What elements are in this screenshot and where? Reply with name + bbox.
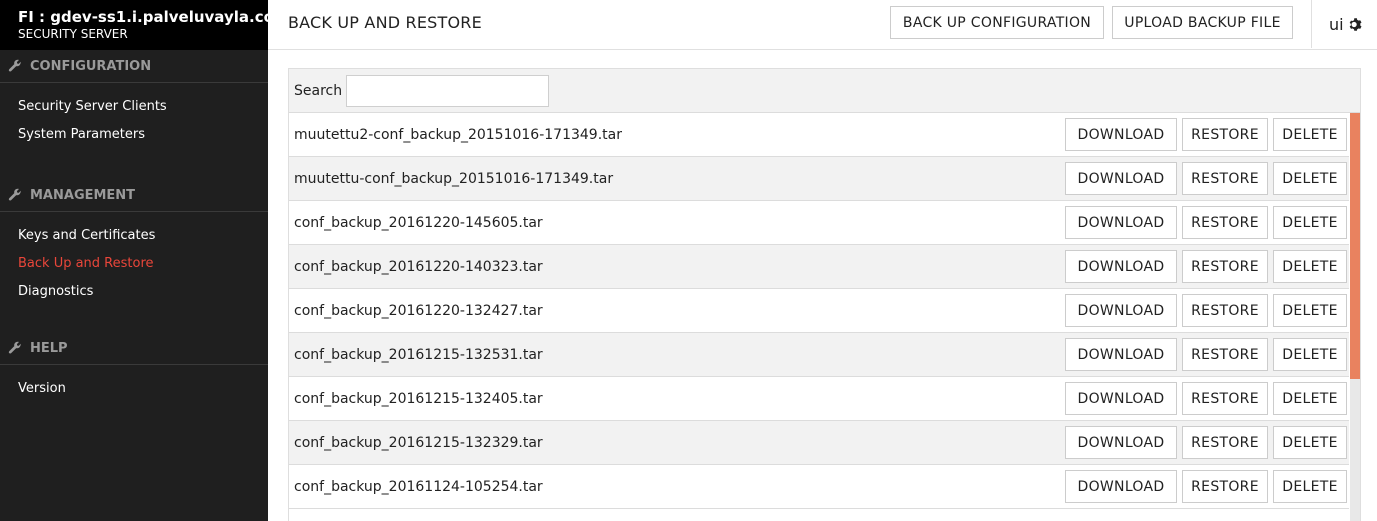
nav-system-parameters[interactable]: System Parameters (0, 121, 268, 149)
user-menu[interactable]: ui (1311, 0, 1377, 48)
delete-button[interactable]: DELETE (1273, 162, 1347, 195)
download-button[interactable]: DOWNLOAD (1065, 162, 1177, 195)
download-button[interactable]: DOWNLOAD (1065, 250, 1177, 283)
backups-panel: Search muutettu2-conf_backup_20151016-17… (288, 68, 1361, 521)
download-button[interactable]: DOWNLOAD (1065, 426, 1177, 459)
row-actions: DOWNLOAD RESTORE DELETE (1060, 162, 1347, 195)
management-list: Keys and Certificates Back Up and Restor… (0, 212, 268, 320)
section-title: CONFIGURATION (30, 58, 152, 74)
row-actions: DOWNLOAD RESTORE DELETE (1060, 470, 1347, 503)
restore-button[interactable]: RESTORE (1182, 338, 1268, 371)
nav-diagnostics[interactable]: Diagnostics (0, 278, 268, 306)
nav-back-up-and-restore[interactable]: Back Up and Restore (0, 250, 268, 278)
backup-filename: conf_backup_20161220-140323.tar (294, 258, 543, 275)
restore-button[interactable]: RESTORE (1182, 118, 1268, 151)
row-actions: DOWNLOAD RESTORE DELETE (1060, 206, 1347, 239)
backup-filename: muutettu-conf_backup_20151016-171349.tar (294, 170, 614, 187)
backup-filename: muutettu2-conf_backup_20151016-171349.ta… (294, 126, 622, 143)
restore-button[interactable]: RESTORE (1182, 162, 1268, 195)
backup-row: muutettu2-conf_backup_20151016-171349.ta… (289, 113, 1349, 157)
gear-icon[interactable] (1348, 17, 1363, 32)
nav-version[interactable]: Version (0, 375, 268, 403)
help-list: Version (0, 365, 268, 417)
backup-row: conf_backup_20161215-132405.tar DOWNLOAD R… (289, 377, 1349, 421)
backup-filename: conf_backup_20161215-132405.tar (294, 390, 543, 407)
backup-row: conf_backup_20161220-132427.tar DOWNLOAD R… (289, 289, 1349, 333)
backup-filename: conf_backup_20161220-132427.tar (294, 302, 543, 319)
scrollbar-thumb[interactable] (1350, 113, 1360, 379)
delete-button[interactable]: DELETE (1273, 294, 1347, 327)
wrench-icon (8, 188, 22, 202)
back-up-configuration-button[interactable]: BACK UP CONFIGURATION (890, 6, 1104, 39)
upload-backup-file-button[interactable]: UPLOAD BACKUP FILE (1112, 6, 1293, 39)
download-button[interactable]: DOWNLOAD (1065, 118, 1177, 151)
delete-button[interactable]: DELETE (1273, 470, 1347, 503)
scrollbar[interactable] (1350, 113, 1360, 521)
section-title: HELP (30, 340, 68, 356)
delete-button[interactable]: DELETE (1273, 382, 1347, 415)
restore-button[interactable]: RESTORE (1182, 470, 1268, 503)
nav-keys-and-certificates[interactable]: Keys and Certificates (0, 222, 268, 250)
nav-security-server-clients[interactable]: Security Server Clients (0, 93, 268, 121)
row-actions: DOWNLOAD RESTORE DELETE (1060, 118, 1347, 151)
delete-button[interactable]: DELETE (1273, 206, 1347, 239)
backup-filename: conf_backup_20161124-105254.tar (294, 478, 543, 495)
backup-filename: conf_backup_20161215-132329.tar (294, 434, 543, 451)
row-actions: DOWNLOAD RESTORE DELETE (1060, 382, 1347, 415)
download-button[interactable]: DOWNLOAD (1065, 470, 1177, 503)
server-type: SECURITY SERVER (18, 27, 128, 41)
row-actions: DOWNLOAD RESTORE DELETE (1060, 294, 1347, 327)
delete-button[interactable]: DELETE (1273, 118, 1347, 151)
section-management: MANAGEMENT (0, 179, 268, 212)
user-name: ui (1329, 14, 1344, 34)
search-input[interactable] (346, 74, 550, 107)
restore-button[interactable]: RESTORE (1182, 250, 1268, 283)
restore-button[interactable]: RESTORE (1182, 382, 1268, 415)
backup-row: conf_backup_20161220-145605.tar DOWNLOAD R… (289, 201, 1349, 245)
restore-button[interactable]: RESTORE (1182, 426, 1268, 459)
section-title: MANAGEMENT (30, 187, 136, 203)
server-brand: FI : gdev-ss1.i.palveluvayla.com SECURIT… (0, 0, 268, 50)
delete-button[interactable]: DELETE (1273, 338, 1347, 371)
backup-filename: conf_backup_20161215-132531.tar (294, 346, 543, 363)
download-button[interactable]: DOWNLOAD (1065, 206, 1177, 239)
backup-row: conf_backup_20161220-140323.tar DOWNLOAD R… (289, 245, 1349, 289)
download-button[interactable]: DOWNLOAD (1065, 294, 1177, 327)
search-bar: Search (289, 69, 1360, 113)
sidebar: FI : gdev-ss1.i.palveluvayla.com SECURIT… (0, 0, 268, 521)
section-help: HELP (0, 332, 268, 365)
configuration-list: Security Server Clients System Parameter… (0, 83, 268, 163)
backup-filename: conf_backup_20161220-145605.tar (294, 214, 543, 231)
page-title: BACK UP AND RESTORE (288, 13, 482, 32)
delete-button[interactable]: DELETE (1273, 426, 1347, 459)
row-actions: DOWNLOAD RESTORE DELETE (1060, 426, 1347, 459)
download-button[interactable]: DOWNLOAD (1065, 338, 1177, 371)
backup-row: muutettu-conf_backup_20151016-171349.tar… (289, 157, 1349, 201)
download-button[interactable]: DOWNLOAD (1065, 382, 1177, 415)
backup-row: conf_backup_20161215-132329.tar DOWNLOAD R… (289, 421, 1349, 465)
delete-button[interactable]: DELETE (1273, 250, 1347, 283)
backup-row: conf_backup_20161215-132531.tar DOWNLOAD R… (289, 333, 1349, 377)
server-name: FI : gdev-ss1.i.palveluvayla.com (18, 8, 268, 26)
restore-button[interactable]: RESTORE (1182, 294, 1268, 327)
row-actions: DOWNLOAD RESTORE DELETE (1060, 250, 1347, 283)
top-bar: BACK UP AND RESTORE BACK UP CONFIGURATIO… (268, 0, 1377, 50)
restore-button[interactable]: RESTORE (1182, 206, 1268, 239)
section-configuration: CONFIGURATION (0, 50, 268, 83)
search-label: Search (294, 82, 343, 99)
backup-row: conf_backup_20161124-105254.tar DOWNLOAD R… (289, 465, 1349, 509)
wrench-icon (8, 341, 22, 355)
backup-list: muutettu2-conf_backup_20151016-171349.ta… (289, 113, 1349, 509)
wrench-icon (8, 59, 22, 73)
row-actions: DOWNLOAD RESTORE DELETE (1060, 338, 1347, 371)
